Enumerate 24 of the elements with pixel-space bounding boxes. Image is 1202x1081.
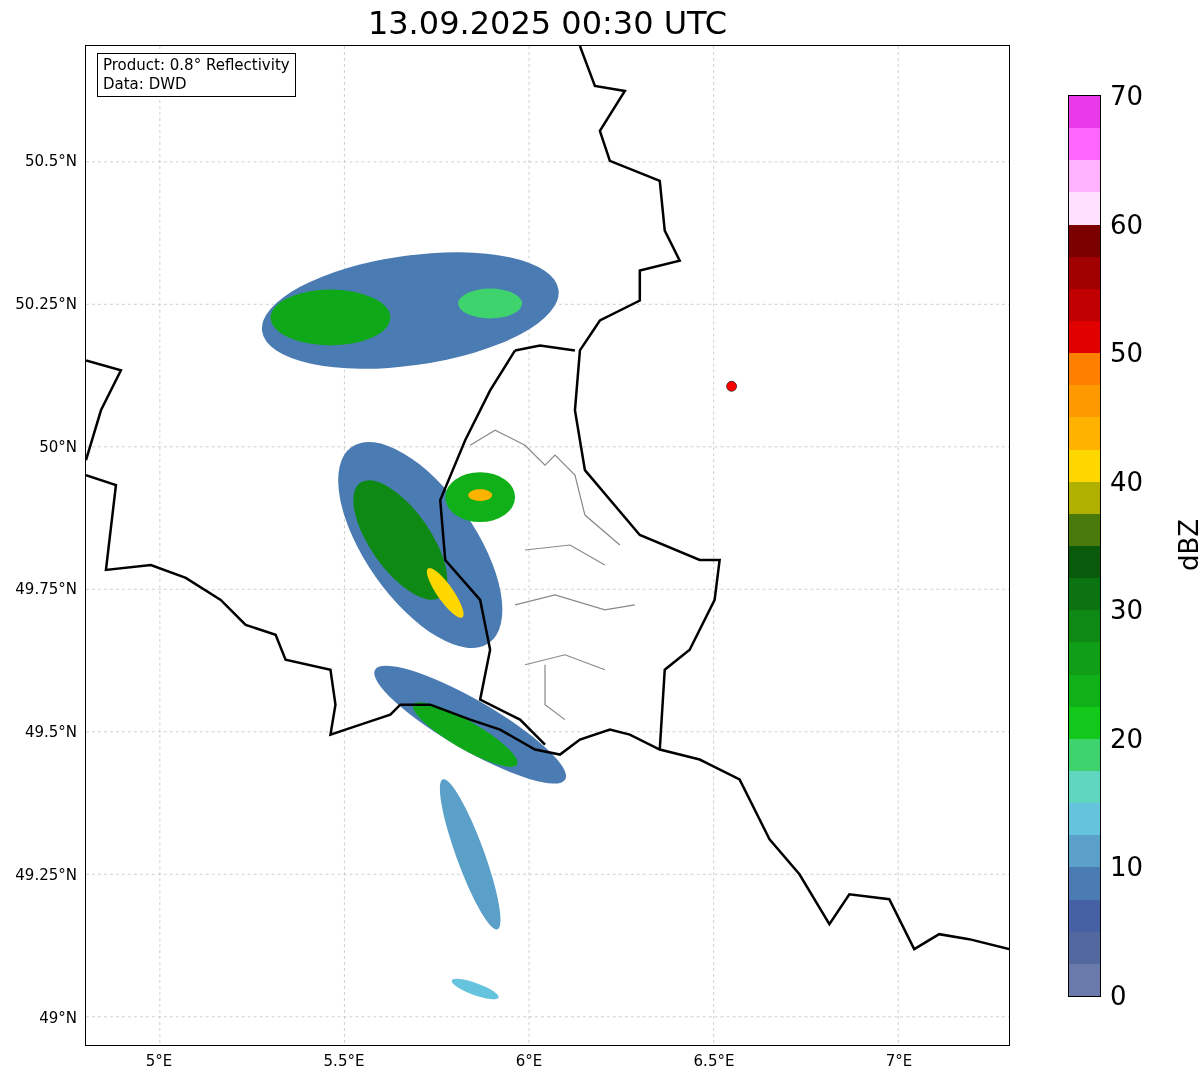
colorbar-label: dBZ <box>1174 518 1202 572</box>
colorbar-tick-label: 20 <box>1110 723 1144 754</box>
colorbar-tick-label: 30 <box>1110 595 1144 626</box>
colorbar-tick-label: 40 <box>1110 466 1144 497</box>
colorbar-tick-label: 50 <box>1110 338 1144 369</box>
legend-text: Product: 0.8° Reflectivity <box>103 56 290 75</box>
colorbar-tick-label: 10 <box>1110 852 1144 883</box>
longitude-label: 5°E <box>145 1052 173 1070</box>
latitude-label: 49.5°N <box>24 723 77 742</box>
latitude-label: 50.5°N <box>24 152 77 170</box>
chart-title: 13.09.2025 00:30 UTC <box>367 2 728 43</box>
latitude-label: 50°N <box>39 437 77 456</box>
legend-text: Data: DWD <box>103 75 188 94</box>
longitude-label: 7°E <box>885 1052 913 1070</box>
colorbar-tick-label: 70 <box>1110 81 1144 111</box>
longitude-label: 6°E <box>515 1052 543 1070</box>
latitude-label: 50.25°N <box>15 294 77 313</box>
latitude-label: 49.75°N <box>15 580 77 599</box>
longitude-label: 6.5°E <box>693 1052 735 1070</box>
latitude-label: 49.25°N <box>15 866 77 884</box>
colorbar-tick-label: 60 <box>1110 209 1144 240</box>
latitude-label: 49°N <box>39 1008 77 1027</box>
longitude-label: 5.5°E <box>323 1052 365 1070</box>
colorbar-tick-label: 0 <box>1110 981 1127 1011</box>
